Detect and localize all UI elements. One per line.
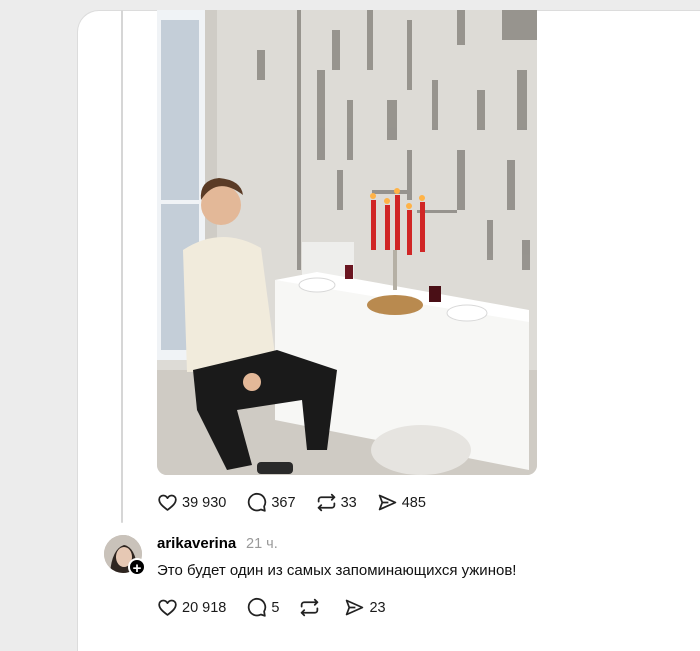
share-count: 23 — [369, 599, 386, 616]
send-icon — [346, 599, 364, 616]
repost-button[interactable]: 33 — [316, 492, 357, 513]
repost-count: 33 — [340, 494, 357, 511]
plus-icon[interactable]: + — [128, 558, 146, 577]
like-button[interactable]: 20 918 — [157, 597, 226, 618]
comment-icon — [248, 598, 267, 617]
post-actions: 39 930 367 33 485 — [157, 492, 446, 513]
repost-icon — [301, 598, 319, 617]
share-count: 485 — [401, 494, 426, 511]
reply-actions: 20 918 5 23 — [157, 597, 406, 618]
comment-count: 5 — [271, 599, 280, 616]
comment-button[interactable]: 5 — [246, 597, 279, 618]
repost-button[interactable] — [299, 597, 324, 618]
share-button[interactable]: 485 — [377, 492, 426, 513]
like-count: 20 918 — [182, 599, 227, 616]
reply-username[interactable]: arikaverina — [157, 535, 236, 552]
heart-icon — [158, 599, 177, 616]
heart-icon — [158, 494, 177, 511]
post-photo[interactable] — [157, 10, 537, 475]
comment-button[interactable]: 367 — [246, 492, 296, 513]
send-icon — [378, 494, 396, 511]
share-button[interactable]: 23 — [344, 597, 386, 618]
repost-icon — [317, 493, 335, 512]
reply-timestamp: 21 ч. — [246, 536, 278, 552]
comment-count: 367 — [271, 494, 296, 511]
like-count: 39 930 — [182, 494, 227, 511]
thread-line — [121, 10, 123, 523]
reply-text: Это будет один из самых запоминающихся у… — [157, 562, 517, 579]
comment-icon — [248, 493, 267, 512]
like-button[interactable]: 39 930 — [157, 492, 226, 513]
